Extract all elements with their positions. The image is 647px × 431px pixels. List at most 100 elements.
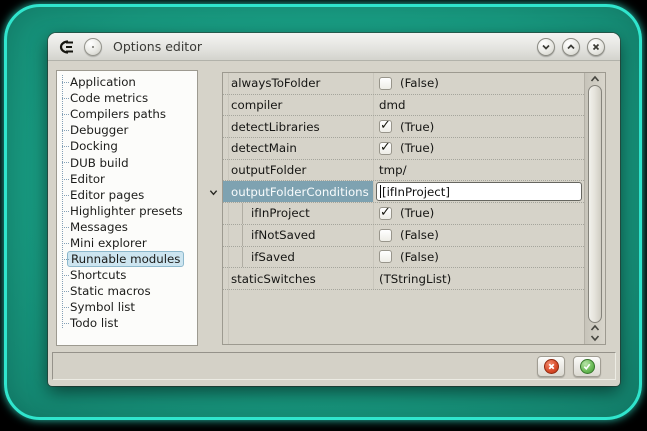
property-row-staticSwitches[interactable]: staticSwitches (TStringList) [223,268,584,290]
chevron-down-icon [541,42,551,52]
sidebar-item-label: Debugger [70,123,128,137]
maximize-button[interactable] [562,38,580,56]
property-name-label: ifSaved [251,250,295,264]
sidebar-item-docking[interactable]: Docking [57,138,197,154]
property-value: [ifInProject] [373,181,584,202]
close-button[interactable] [587,38,605,56]
sidebar-item-application[interactable]: Application [57,74,197,90]
cancel-button[interactable] [537,356,565,377]
property-value: (True) [373,116,584,137]
property-value: tmp/ [373,160,584,181]
property-row-ifNotSaved[interactable]: ifNotSaved (False) [223,225,584,247]
window-menu-button[interactable] [84,38,102,56]
property-row-ifInProject[interactable]: ifInProject (True) [223,203,584,225]
property-value-label: tmp/ [379,163,407,177]
coedit-logo-icon [58,40,75,54]
scroll-up-button[interactable] [585,75,605,83]
category-tree: Application Code metricsCompilers pathsDe… [56,70,198,346]
property-grid: alwaysToFolder (False) compiler dmd detectLi… [222,72,606,345]
sidebar-item-label: DUB build [70,156,129,170]
scroll-up-button-bottom[interactable] [585,324,605,332]
property-name: compiler [223,95,373,116]
checkbox-unchecked-icon[interactable] [379,250,392,263]
property-value-editbox[interactable]: [ifInProject] [376,182,582,201]
property-name: ifNotSaved [223,225,373,246]
property-name-label: outputFolder [231,163,306,177]
property-value-label: (TStringList) [379,272,451,286]
minimize-button[interactable] [537,38,555,56]
property-row-ifSaved[interactable]: ifSaved (False) [223,247,584,269]
sidebar-item-todo-list[interactable]: Todo list [57,315,197,331]
titlebar[interactable]: Options editor [48,33,620,61]
x-circle-icon [544,359,559,374]
sidebar-item-messages[interactable]: Messages [57,219,197,235]
sidebar-item-label: Editor [70,172,105,186]
editbox-text: [ifInProject] [382,185,450,199]
sidebar-item-label: Messages [70,220,128,234]
sidebar-item-label: Docking [70,139,118,153]
sidebar-item-highlighter-presets[interactable]: Highlighter presets [57,203,197,219]
checkbox-checked-icon[interactable] [379,120,392,133]
property-name: staticSwitches [223,268,373,289]
property-name-label: outputFolderConditions [231,185,369,199]
property-row-detectLibraries[interactable]: detectLibraries (True) [223,116,584,138]
scrollbar-thumb[interactable] [588,85,602,323]
sidebar-item-mini-explorer[interactable]: Mini explorer [57,235,197,251]
property-value: (TStringList) [373,268,584,289]
sidebar-item-label: Code metrics [70,91,148,105]
chevron-down-icon [590,334,600,342]
sidebar-item-compilers-paths[interactable]: Compilers paths [57,106,197,122]
window-controls [537,38,605,56]
vertical-scrollbar[interactable] [584,73,605,344]
sidebar-item-symbol-list[interactable]: Symbol list [57,299,197,315]
property-value-label: (False) [400,250,439,264]
sidebar-item-dub-build[interactable]: DUB build [57,154,197,170]
checkbox-unchecked-icon[interactable] [379,77,392,90]
property-name: ifSaved [223,247,373,268]
property-value: (False) [373,225,584,246]
property-value-label: (True) [400,206,434,220]
accept-button[interactable] [573,356,601,377]
sidebar-item-label: Runnable modules [67,251,184,267]
property-name-label: alwaysToFolder [231,76,320,90]
chevron-up-icon [590,324,600,332]
property-name-label: detectMain [231,141,297,155]
chevron-up-icon [566,42,576,52]
check-circle-icon [580,359,595,374]
indent-guide [223,247,243,268]
property-name-label: ifInProject [251,206,310,220]
window-title: Options editor [113,39,202,54]
property-value-label: dmd [379,98,405,112]
sidebar-item-debugger[interactable]: Debugger [57,122,197,138]
text-caret [380,185,381,198]
chevron-up-icon [590,75,600,83]
checkbox-unchecked-icon[interactable] [379,229,392,242]
sidebar-item-editor[interactable]: Editor [57,171,197,187]
property-value: dmd [373,95,584,116]
property-row-detectMain[interactable]: detectMain(True) [223,138,584,160]
checkbox-checked-icon[interactable] [379,142,392,155]
property-name-label: detectLibraries [231,120,320,134]
sidebar-item-shortcuts[interactable]: Shortcuts [57,267,197,283]
property-row-compiler[interactable]: compiler dmd [223,95,584,117]
sidebar-item-code-metrics[interactable]: Code metrics [57,90,197,106]
sidebar-item-static-macros[interactable]: Static macros [57,283,197,299]
sidebar-item-editor-pages[interactable]: Editor pages [57,187,197,203]
property-name: detectMain [223,138,373,159]
property-row-outputFolderConditions[interactable]: outputFolderConditions [ifInProject] [223,181,584,203]
property-value-label: (False) [400,76,439,90]
property-value: (True) [373,203,584,224]
close-icon [591,42,601,52]
sidebar-item-runnable-modules[interactable]: Runnable modules [57,251,197,267]
sidebar-item-label: Application [70,75,136,89]
property-row-alwaysToFolder[interactable]: alwaysToFolder (False) [223,73,584,95]
property-name-label: compiler [231,98,282,112]
property-name: outputFolder [223,160,373,181]
sidebar-item-label: Static macros [70,284,151,298]
checkbox-checked-icon[interactable] [379,207,392,220]
property-grid-rows: alwaysToFolder (False) compiler dmd detectLi… [223,73,584,344]
scroll-down-button[interactable] [585,334,605,342]
property-value-label: (False) [400,228,439,242]
property-row-outputFolder[interactable]: outputFolder tmp/ [223,160,584,182]
row-expander-icon[interactable] [207,186,219,198]
